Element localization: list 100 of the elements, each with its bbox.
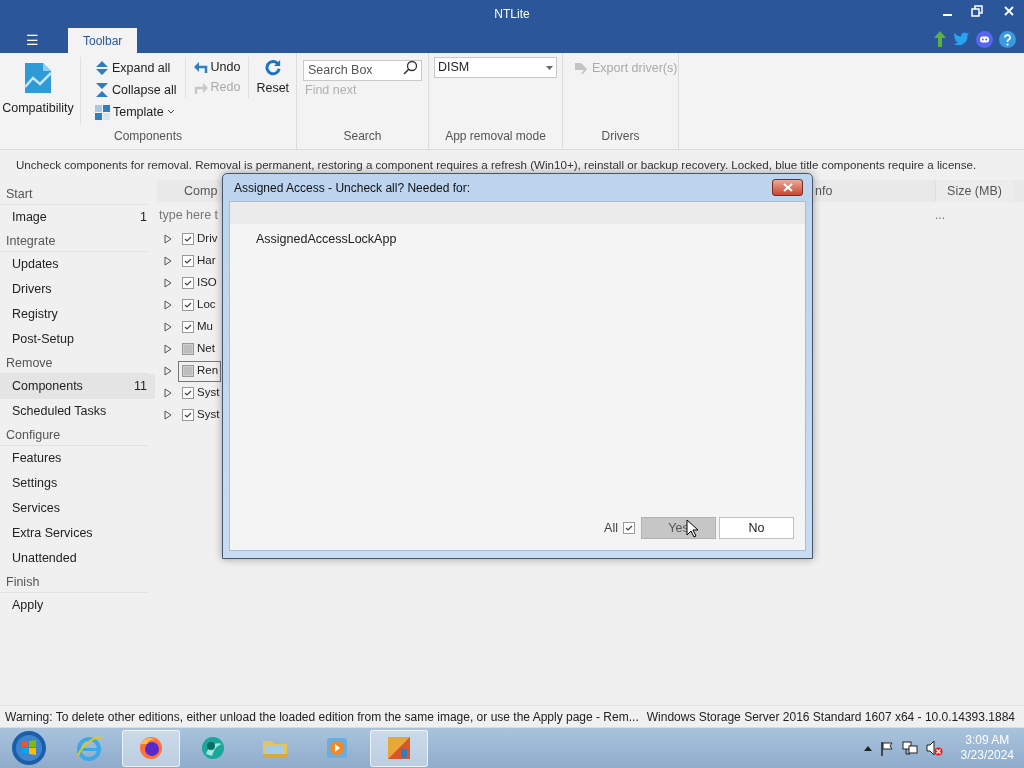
restore-icon	[970, 4, 984, 18]
filter-field[interactable]: type here t	[157, 205, 217, 225]
expand-arrow-icon	[164, 344, 172, 354]
sidebar-item[interactable]: Post-Setup	[0, 327, 155, 352]
component-name: Ren	[197, 363, 219, 379]
reset-button[interactable]: Reset	[248, 57, 296, 98]
sidebar-item[interactable]: Services	[0, 496, 155, 521]
minimize-icon	[943, 14, 952, 16]
app-icon	[385, 734, 413, 762]
collapse-icon	[94, 82, 109, 98]
expand-arrow-icon	[164, 278, 172, 288]
expand-arrow-icon	[164, 410, 172, 420]
toolbar-tab[interactable]: Toolbar	[68, 28, 138, 53]
sidebar-item[interactable]: Features	[0, 446, 155, 471]
mode-dropdown[interactable]: DISM	[434, 57, 557, 78]
taskbar-button[interactable]	[370, 729, 428, 767]
browser-e-icon	[75, 734, 103, 762]
chart-document-icon	[22, 61, 53, 95]
sidebar-item[interactable]: Updates	[0, 252, 155, 277]
section-heading: Finish	[0, 571, 148, 593]
checkbox[interactable]	[182, 255, 194, 267]
column-header: Comp	[183, 183, 217, 200]
sidebar-item[interactable]: Settings	[0, 471, 155, 496]
cursor-icon	[686, 519, 699, 538]
expand-arrow-icon	[164, 388, 172, 398]
expand-arrow-icon	[164, 300, 172, 310]
checkbox[interactable]	[182, 277, 194, 289]
component-name: Net	[197, 341, 215, 357]
taskbar-button[interactable]	[122, 729, 180, 767]
network-icon	[901, 740, 918, 756]
chevron-up-icon	[863, 745, 872, 751]
dialog-title: Assigned Access - Uncheck all? Needed for:	[234, 179, 471, 197]
sidebar-item[interactable]: Image 1	[0, 205, 155, 230]
expand-arrow-icon	[164, 256, 172, 266]
group-label: Components	[113, 128, 182, 144]
status-text: Warning: To delete other editions, either unload the loaded edition from the same image, or use the Apply page - Rem...	[5, 708, 639, 726]
expand-all-button[interactable]: Expand all	[94, 57, 177, 79]
collapse-all-button[interactable]: Collapse all	[94, 79, 177, 101]
up-arrow-icon	[933, 30, 947, 48]
swirl-app-icon	[199, 734, 227, 762]
checkbox[interactable]	[182, 343, 194, 355]
section-heading: Integrate	[0, 230, 148, 252]
expand-arrow-icon	[164, 234, 172, 244]
sidebar-item[interactable]: Apply	[0, 593, 155, 618]
sidebar-item[interactable]: Scheduled Tasks	[0, 399, 155, 424]
dropdown-caret-icon	[546, 65, 553, 70]
dialog-button[interactable]: No	[719, 517, 794, 539]
close-icon	[1002, 4, 1016, 18]
search-field[interactable]: Search Box	[303, 59, 422, 81]
all-checkbox[interactable]	[623, 522, 635, 534]
export-icon	[573, 61, 589, 75]
flag-icon	[879, 740, 894, 756]
sidebar-item[interactable]: Unattended	[0, 546, 155, 571]
mute-icon	[925, 740, 943, 756]
list-item: AssignedAccessLockApp	[256, 231, 398, 246]
edition-text: Windows Storage Server 2016 Standard 1607 x64 - 10.0.14393.1884	[646, 708, 1016, 726]
search-icon	[403, 60, 418, 75]
component-name: Har	[197, 253, 216, 269]
bird-icon	[953, 31, 970, 47]
component-name: ISO	[197, 275, 217, 291]
compatibility-button[interactable]: Compatibility	[0, 57, 76, 128]
all-label: All	[604, 519, 618, 537]
sidebar-item[interactable]: Components 11	[0, 374, 155, 399]
expand-arrow-icon	[164, 322, 172, 332]
component-name: Syst	[197, 407, 220, 423]
column-header: nfo	[814, 183, 834, 200]
redo-icon	[193, 80, 208, 95]
template-icon	[94, 104, 110, 120]
checkbox[interactable]	[182, 233, 194, 245]
checkbox[interactable]	[182, 299, 194, 311]
checkbox[interactable]	[182, 409, 194, 421]
start-button[interactable]	[10, 729, 48, 767]
component-name: Driv	[197, 231, 218, 247]
checkbox[interactable]	[182, 387, 194, 399]
close-icon	[782, 183, 793, 192]
checkbox[interactable]	[182, 321, 194, 333]
caret-icon	[166, 109, 175, 115]
group-label: Search	[343, 128, 382, 144]
chat-icon	[976, 30, 993, 48]
component-name: Mu	[197, 319, 213, 335]
expand-arrow-icon	[164, 366, 172, 376]
filter-cell-text: ...	[935, 207, 946, 224]
expand-icon	[94, 60, 109, 76]
group-label: Drivers	[601, 128, 640, 144]
help-icon	[999, 30, 1016, 48]
sidebar-item[interactable]: Registry	[0, 302, 155, 327]
sidebar-item[interactable]: Extra Services	[0, 521, 155, 546]
section-heading: Start	[0, 183, 148, 205]
menu-button[interactable]: ☰	[0, 28, 64, 53]
window-title: NTLite	[494, 6, 530, 23]
close-button[interactable]	[772, 179, 803, 196]
template-button[interactable]: Template	[94, 101, 177, 123]
undo-button[interactable]: Undo	[193, 57, 241, 78]
component-name: Syst	[197, 385, 220, 401]
fox-browser-icon	[137, 734, 165, 762]
sidebar-item[interactable]: Drivers	[0, 277, 155, 302]
group-label: App removal mode	[445, 128, 546, 144]
checkbox[interactable]	[182, 365, 194, 377]
undo-icon	[193, 60, 208, 75]
component-name: Loc	[197, 297, 216, 313]
